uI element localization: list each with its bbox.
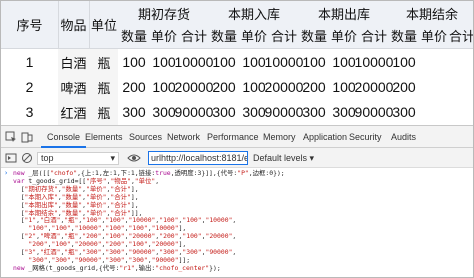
row-value-cell: 20000 bbox=[174, 79, 214, 95]
tab-application[interactable]: Application bbox=[303, 126, 347, 148]
console-code-line: new _网格(t_goods_grid,{代号:"r1",输出:"chofo_… bbox=[13, 263, 221, 272]
log-levels-dropdown[interactable]: Default levels ▾ bbox=[253, 151, 314, 165]
header-item: 物品 bbox=[60, 18, 87, 34]
tab-security[interactable]: Security bbox=[349, 126, 382, 148]
subheader-price: 单价 bbox=[420, 29, 447, 45]
row-value-cell: 10000 bbox=[354, 54, 394, 70]
row-seq-cell: 3 bbox=[25, 104, 34, 120]
row-value-cell: 90000 bbox=[264, 104, 304, 120]
row-value-cell: 200 bbox=[302, 79, 326, 95]
tab-network[interactable]: Network bbox=[167, 126, 200, 148]
context-selector[interactable]: top ▾ bbox=[37, 152, 119, 165]
tab-memory[interactable]: Memory bbox=[263, 126, 296, 148]
console-prompt-icon: › bbox=[4, 169, 9, 177]
console-filter-input[interactable]: urlhttp://localhost:8181/er bbox=[148, 151, 248, 165]
clear-console-icon[interactable] bbox=[21, 152, 33, 164]
console-output: › new _层([["chofo",{上:1,左:1,下:1,链接:true,… bbox=[1, 168, 473, 277]
header-unit: 单位 bbox=[90, 18, 117, 34]
row-value-cell: 90000 bbox=[174, 104, 214, 120]
subheader-price: 单价 bbox=[240, 29, 267, 45]
tab-elements[interactable]: Elements bbox=[85, 126, 123, 148]
row-item-cell: 红酒 bbox=[60, 106, 87, 122]
header-group-outbound: 本期出库 bbox=[317, 7, 370, 23]
row-value-cell: 10000 bbox=[174, 54, 214, 70]
subheader-qty: 数量 bbox=[390, 29, 417, 45]
devtools-tabbar: Console Elements Sources Network Perform… bbox=[1, 126, 473, 148]
tab-sources[interactable]: Sources bbox=[129, 126, 162, 148]
goods-grid: 序号 物品 单位 期初存货 本期入库 本期出库 本期结余 数量 单价 合计 数量… bbox=[1, 1, 474, 125]
row-item-cell: 白酒 bbox=[60, 56, 87, 72]
subheader-total: 合计 bbox=[270, 29, 297, 45]
row-item-cell: 啤酒 bbox=[60, 81, 87, 97]
subheader-price: 单价 bbox=[150, 29, 177, 45]
subheader-total: 合计 bbox=[360, 29, 387, 45]
row-unit-cell: 瓶 bbox=[97, 56, 111, 72]
row-value-cell: 20000 bbox=[264, 79, 304, 95]
toggle-sidebar-icon[interactable] bbox=[5, 152, 17, 164]
screenshot-frame: 序号 物品 单位 期初存货 本期入库 本期出库 本期结余 数量 单价 合计 数量… bbox=[0, 0, 474, 278]
row-value-cell: 100 bbox=[302, 54, 326, 70]
chevron-down-icon: ▾ bbox=[110, 153, 115, 163]
row-value-cell: 10000 bbox=[264, 54, 304, 70]
subheader-qty: 数量 bbox=[210, 29, 237, 45]
device-toolbar-icon[interactable] bbox=[21, 131, 33, 143]
row-value-cell: 20000 bbox=[354, 79, 394, 95]
console-toolbar: top ▾ urlhttp://localhost:8181/er Defaul… bbox=[1, 148, 473, 168]
row-value-cell: 100 bbox=[122, 54, 146, 70]
subheader-total: 合计 bbox=[180, 29, 207, 45]
row-value-cell: 300 bbox=[212, 104, 236, 120]
row-value-cell: 100 bbox=[212, 54, 236, 70]
inspect-element-icon[interactable] bbox=[5, 131, 17, 143]
row-value-cell: 200 bbox=[212, 79, 236, 95]
header-group-balance: 本期结余 bbox=[405, 7, 458, 23]
devtools-panel: Console Elements Sources Network Perform… bbox=[1, 125, 473, 277]
row-unit-cell: 瓶 bbox=[97, 106, 111, 122]
subheader-total: 合计 bbox=[449, 29, 474, 45]
row-value-cell: 300 bbox=[122, 104, 146, 120]
tab-console[interactable]: Console bbox=[41, 126, 87, 148]
row-seq-cell: 2 bbox=[25, 79, 34, 95]
eye-icon[interactable] bbox=[127, 152, 141, 164]
row-value-cell: 300 bbox=[392, 104, 416, 120]
context-label: top bbox=[41, 153, 54, 163]
row-value-cell: 200 bbox=[392, 79, 416, 95]
header-seq: 序号 bbox=[16, 18, 43, 34]
row-value-cell: 300 bbox=[302, 104, 326, 120]
row-unit-cell: 瓶 bbox=[97, 81, 111, 97]
subheader-qty: 数量 bbox=[120, 29, 147, 45]
row-seq-cell: 1 bbox=[25, 54, 34, 70]
row-value-cell: 90000 bbox=[354, 104, 394, 120]
header-group-inbound: 本期入库 bbox=[227, 7, 280, 23]
header-group-opening-stock: 期初存货 bbox=[137, 7, 190, 23]
row-value-cell: 200 bbox=[122, 79, 146, 95]
tab-performance[interactable]: Performance bbox=[207, 126, 259, 148]
row-value-cell: 100 bbox=[392, 54, 416, 70]
subheader-qty: 数量 bbox=[300, 29, 327, 45]
tab-audits[interactable]: Audits bbox=[391, 126, 416, 148]
subheader-price: 单价 bbox=[330, 29, 357, 45]
